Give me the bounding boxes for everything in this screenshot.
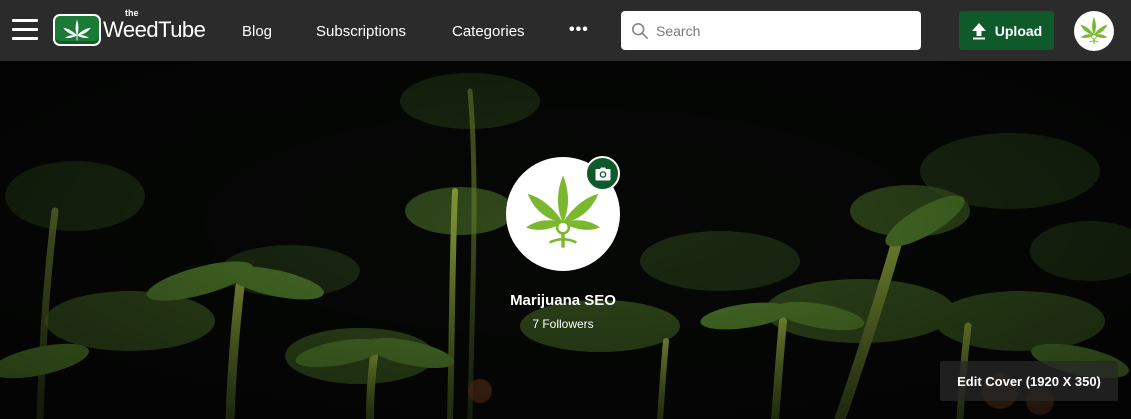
channel-name: Marijuana SEO [510, 292, 616, 309]
channel-cover: Marijuana SEO 7 Followers Edit Cover (19… [0, 61, 1131, 419]
upload-button[interactable]: Upload [959, 11, 1054, 50]
upload-arrow-icon [971, 22, 986, 39]
nav-blog-link[interactable]: Blog [242, 23, 272, 40]
camera-icon [595, 167, 610, 180]
edit-cover-button[interactable]: Edit Cover (1920 X 350) [940, 361, 1118, 401]
nav-more-menu[interactable]: ••• [569, 21, 589, 39]
search-icon [631, 22, 649, 40]
logo-the-text: the [125, 8, 139, 18]
logo-leaf-icon [53, 14, 101, 46]
user-avatar[interactable] [1074, 11, 1114, 51]
top-navbar: the WeedTube Blog Subscriptions Categori… [0, 0, 1131, 61]
logo-wordmark: the WeedTube [103, 8, 206, 43]
site-logo[interactable]: the WeedTube [53, 8, 206, 48]
followers-count: 7 Followers [532, 317, 594, 331]
cannabis-leaf-icon [1080, 16, 1108, 44]
logo-name-text: WeedTube [103, 17, 206, 42]
upload-label: Upload [994, 22, 1043, 39]
hamburger-menu-icon[interactable] [12, 19, 38, 43]
change-avatar-button[interactable] [585, 156, 620, 191]
search-input[interactable] [621, 11, 921, 50]
nav-subscriptions-link[interactable]: Subscriptions [316, 23, 406, 40]
nav-categories-link[interactable]: Categories [452, 23, 525, 40]
search-box [621, 11, 921, 50]
